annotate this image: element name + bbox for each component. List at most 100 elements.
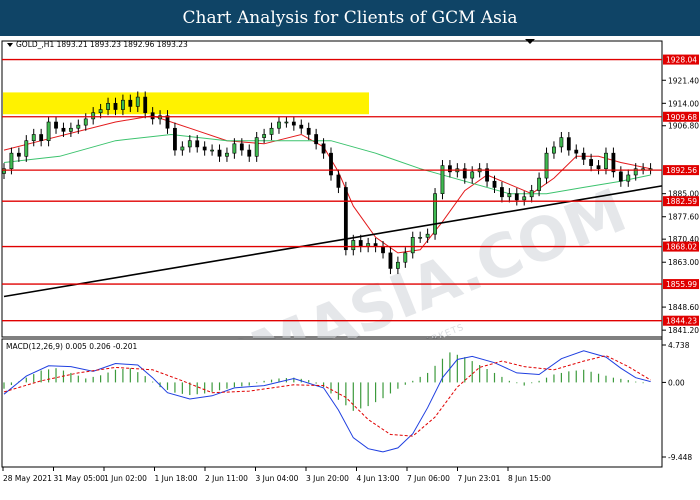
candle-body [9, 152, 14, 170]
time-tick-label: 1 Jun 02:00 [104, 474, 147, 483]
candle-body [314, 134, 319, 145]
time-axis: 28 May 2021 31 May 05:00 1 Jun 02:00 1 Jun … [2, 467, 551, 483]
candle-body [596, 165, 601, 170]
macd-tick-label: 4.738 [668, 341, 690, 350]
candle-body [537, 177, 541, 191]
candle-body [507, 193, 512, 198]
time-tick-label: 4 Jun 13:00 [357, 474, 400, 483]
candle-body [418, 236, 423, 239]
candle-body [2, 168, 6, 174]
trading-chart: GCMASIA.COMGLOBAL CAPITAL MARKETS1921.40… [1, 39, 699, 483]
candle-body [514, 193, 519, 201]
candle-body [277, 121, 281, 129]
symbol-label: GOLD_,H1 1893.21 1893.23 1892.96 1893.23 [16, 40, 188, 49]
candle-body [173, 127, 177, 151]
candle-body [195, 140, 200, 148]
candle-body [626, 174, 631, 182]
candle-body [128, 99, 133, 107]
candle-body [46, 121, 51, 142]
price-tick-label: 1848.60 [668, 303, 699, 312]
candle-body [522, 196, 527, 201]
level-label: 1882.59 [666, 197, 697, 206]
candle-body [410, 236, 415, 254]
candle-body [566, 137, 571, 151]
candle-body [202, 146, 207, 151]
candle-body [225, 152, 229, 157]
price-tick-label: 1906.80 [668, 122, 699, 131]
candle-body [500, 187, 504, 198]
macd-label: MACD(12,26,9) 0.005 0.206 -0.201 [6, 342, 137, 351]
price-tick-label: 1841.20 [668, 326, 699, 335]
candle-body [121, 99, 125, 110]
time-tick-label: 31 May 05:00 [54, 474, 106, 483]
candle-body [611, 152, 616, 173]
macd-tick-label: -9.448 [668, 453, 692, 462]
price-tick-label: 1914.00 [668, 99, 699, 108]
time-tick-label: 8 Jun 15:00 [508, 474, 551, 483]
candle-body [217, 149, 222, 157]
candle-body [113, 103, 118, 110]
candle-body [403, 252, 408, 263]
candle-body [68, 127, 73, 132]
time-tick-label: 28 May 2021 [3, 474, 52, 483]
candle-body [351, 240, 356, 251]
candle-body [239, 143, 244, 151]
time-tick-label: 2 Jun 11:00 [205, 474, 248, 483]
candle-body [425, 233, 430, 238]
candle-body [552, 146, 556, 154]
price-tick-label: 1863.00 [668, 258, 699, 267]
candle-body [135, 96, 140, 107]
level-label: 1909.68 [666, 113, 697, 122]
candle-body [54, 121, 58, 129]
time-tick-label: 7 Jun 23:01 [458, 474, 501, 483]
candle-body [254, 137, 259, 157]
candle-body [24, 140, 29, 157]
candle-body [589, 159, 594, 166]
candle-body [321, 143, 326, 154]
page-title: Chart Analysis for Clients of GCM Asia [182, 8, 518, 28]
title-bar: Chart Analysis for Clients of GCM Asia [0, 0, 700, 36]
candle-body [381, 246, 385, 254]
candle-body [284, 121, 289, 124]
candle-body [388, 252, 393, 269]
candle-body [291, 121, 296, 126]
level-label: 1892.56 [666, 166, 697, 175]
candle-body [61, 127, 66, 132]
candle-body [143, 96, 148, 113]
candle-body [232, 143, 237, 154]
candle-body [76, 124, 81, 129]
candle-body [16, 152, 21, 157]
candle-body [299, 124, 304, 129]
time-tick-label: 3 Jun 20:00 [306, 474, 349, 483]
time-tick-label: 1 Jun 18:00 [155, 474, 198, 483]
candle-body [98, 109, 103, 113]
level-label: 1868.02 [666, 243, 697, 252]
candle-body [529, 190, 534, 198]
candle-body [618, 171, 623, 182]
candle-body [83, 118, 88, 126]
candle-body [329, 152, 333, 176]
candle-body [306, 127, 311, 135]
candle-body [581, 152, 586, 160]
candle-body [574, 149, 579, 154]
candle-body [544, 152, 549, 179]
level-label: 1855.99 [666, 280, 697, 289]
candle-body [604, 152, 608, 170]
time-tick-label: 7 Jun 06:00 [407, 474, 450, 483]
candle-body [262, 134, 267, 138]
candle-body [247, 149, 252, 157]
candle-body [336, 174, 341, 188]
candle-body [31, 134, 36, 142]
level-label: 1928.04 [666, 56, 697, 65]
candle-body [180, 146, 185, 151]
price-tick-label: 1877.60 [668, 213, 699, 222]
candle-body [433, 193, 437, 235]
macd-pane: MACD(12,26,9) 0.005 0.206 -0.201 4.738 0.0… [1, 338, 692, 468]
candle-body [106, 103, 110, 110]
price-tick-label: 1921.40 [668, 76, 699, 85]
candle-body [187, 140, 192, 148]
macd-tick-label: 0.00 [668, 378, 685, 387]
level-label: 1844.23 [666, 317, 697, 326]
time-tick-label: 3 Jun 04:00 [256, 474, 299, 483]
candle-body [492, 180, 497, 188]
